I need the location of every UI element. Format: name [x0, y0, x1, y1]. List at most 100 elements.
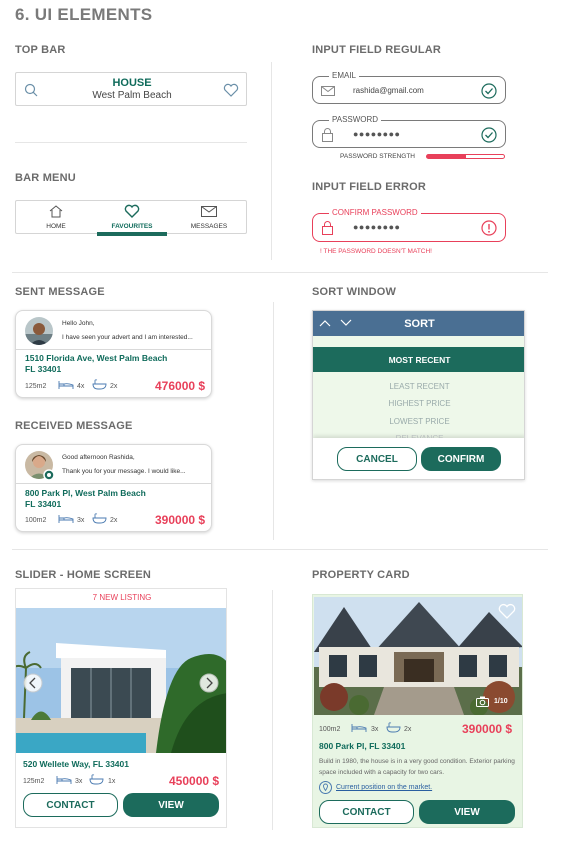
map-pin-icon: [319, 781, 332, 794]
view-button[interactable]: VIEW: [419, 800, 515, 824]
confirm-password-field[interactable]: CONFIRM PASSWORD ●●●●●●●●: [312, 208, 506, 242]
email-field[interactable]: EMAIL rashida@gmail.com: [312, 71, 506, 104]
avatar: [25, 317, 53, 345]
section-label-slider: SLIDER - HOME SCREEN: [15, 569, 152, 581]
section-label-sort-window: SORT WINDOW: [312, 286, 397, 298]
sort-header: SORT: [313, 311, 524, 336]
property-address-zip: FL 33401: [25, 499, 62, 509]
sort-option[interactable]: LEAST RECENT: [313, 382, 524, 391]
menu-item-favourites[interactable]: FAVOURITES: [97, 203, 167, 236]
active-indicator: [97, 232, 167, 236]
sort-actions: CANCEL CONFIRM: [313, 438, 524, 479]
property-baths: 1x: [108, 778, 116, 785]
listing-banner: 7 NEW LISTING: [92, 593, 152, 602]
property-price: 450000 $: [169, 774, 220, 788]
property-address: 800 Park Pl, FL 33401: [319, 741, 406, 751]
email-value: rashida@gmail.com: [353, 86, 424, 95]
heart-icon: [124, 204, 140, 218]
sort-option[interactable]: HIGHEST PRICE: [313, 399, 524, 408]
divider: [273, 302, 274, 540]
confirm-password-value: ●●●●●●●●: [353, 222, 401, 232]
section-label-bar-menu: BAR MENU: [15, 172, 76, 184]
heart-icon[interactable]: [498, 603, 516, 619]
password-strength-label: PASSWORD STRENGTH: [340, 153, 415, 160]
menu-item-label: HOME: [46, 223, 66, 230]
divider: [271, 62, 272, 260]
message-greeting: Good afternoon Rashida,: [62, 454, 135, 461]
camera-icon: [476, 696, 489, 707]
contact-button[interactable]: CONTACT: [23, 793, 118, 817]
property-beds: 4x: [77, 383, 85, 390]
confirm-password-label: CONFIRM PASSWORD: [329, 208, 421, 217]
bar-menu: HOME FAVOURITES MESSAGES: [15, 200, 247, 236]
chevron-right-icon[interactable]: [199, 673, 219, 693]
menu-item-label: MESSAGES: [190, 223, 228, 230]
property-address: 1510 Florida Ave, West Palm Beach: [25, 353, 168, 363]
bed-icon: [56, 776, 72, 784]
property-baths: 2x: [404, 726, 412, 733]
message-preview: Thank you for your message. I would like…: [62, 468, 186, 475]
property-description: Build in 1980, the house is in a very go…: [319, 758, 515, 776]
section-label-sent-message: SENT MESSAGE: [15, 286, 105, 298]
bed-icon: [351, 724, 367, 732]
home-icon: [49, 205, 63, 218]
page-title: 6. UI ELEMENTS: [15, 5, 153, 24]
top-bar-subtitle: West Palm Beach: [92, 90, 172, 101]
property-price: 390000 $: [155, 513, 206, 527]
photo-counter: 1/10: [494, 698, 508, 705]
property-price: 476000 $: [155, 379, 206, 393]
property-card[interactable]: 1/10 100m2 3x 2x 390000 $ 800 Park Pl, F…: [312, 594, 523, 828]
envelope-icon: [321, 86, 335, 96]
sort-title: SORT: [404, 318, 435, 330]
sort-option[interactable]: LOWEST PRICE: [313, 417, 524, 426]
menu-item-messages[interactable]: MESSAGES: [179, 203, 239, 233]
heart-icon[interactable]: [223, 83, 239, 97]
divider: [272, 590, 273, 830]
message-greeting: Hello John,: [62, 320, 95, 327]
envelope-icon: [201, 206, 217, 217]
menu-item-home[interactable]: HOME: [26, 203, 86, 233]
email-label: EMAIL: [329, 71, 360, 80]
check-icon: [481, 127, 497, 143]
chevron-left-icon[interactable]: [23, 673, 43, 693]
sort-option-selected[interactable]: MOST RECENT: [313, 347, 524, 372]
password-label: PASSWORD: [329, 115, 382, 124]
property-address: 520 Wellete Way, FL 33401: [23, 759, 129, 769]
property-area: 125m2: [25, 383, 47, 390]
menu-item-label: FAVOURITES: [111, 223, 153, 230]
error-message: ! THE PASSWORD DOESN'T MATCH!: [320, 248, 432, 255]
bed-icon: [58, 515, 74, 523]
market-position-link[interactable]: Current position on the market.: [336, 784, 432, 791]
message-preview: I have seen your advert and I am interes…: [62, 334, 193, 341]
property-area: 100m2: [319, 726, 341, 733]
confirm-button[interactable]: CONFIRM: [421, 447, 501, 471]
divider: [16, 483, 211, 484]
password-strength-fill: [427, 155, 466, 158]
house-photo: [16, 608, 226, 753]
divider: [12, 549, 548, 550]
sort-window: SORT MOST RECENT LEAST RECENT HIGHEST PR…: [312, 310, 525, 480]
cancel-button[interactable]: CANCEL: [337, 447, 417, 471]
received-message-card[interactable]: Good afternoon Rashida, Thank you for yo…: [15, 444, 212, 532]
property-price: 390000 $: [462, 722, 513, 736]
lock-icon: [322, 221, 333, 235]
error-icon: [481, 220, 497, 236]
sent-message-card[interactable]: Hello John, I have seen your advert and …: [15, 310, 212, 398]
property-baths: 2x: [110, 517, 118, 524]
password-field[interactable]: PASSWORD ●●●●●●●●: [312, 115, 506, 148]
top-bar: HOUSE West Palm Beach: [15, 72, 247, 106]
sort-options: MOST RECENT LEAST RECENT HIGHEST PRICE L…: [313, 336, 524, 448]
property-address-zip: FL 33401: [25, 364, 62, 374]
bath-icon: [92, 513, 107, 524]
avatar: [25, 451, 55, 481]
password-strength-bar: [426, 154, 505, 159]
property-area: 100m2: [25, 517, 47, 524]
check-icon: [481, 83, 497, 99]
property-baths: 2x: [110, 383, 118, 390]
password-value: ●●●●●●●●: [353, 129, 401, 139]
section-label-received-message: RECEIVED MESSAGE: [15, 420, 133, 432]
slider-card: 7 NEW LISTING 520 Wellete Way, FL 33401 …: [15, 588, 227, 828]
bed-icon: [58, 381, 74, 389]
view-button[interactable]: VIEW: [123, 793, 219, 817]
contact-button[interactable]: CONTACT: [319, 800, 414, 824]
